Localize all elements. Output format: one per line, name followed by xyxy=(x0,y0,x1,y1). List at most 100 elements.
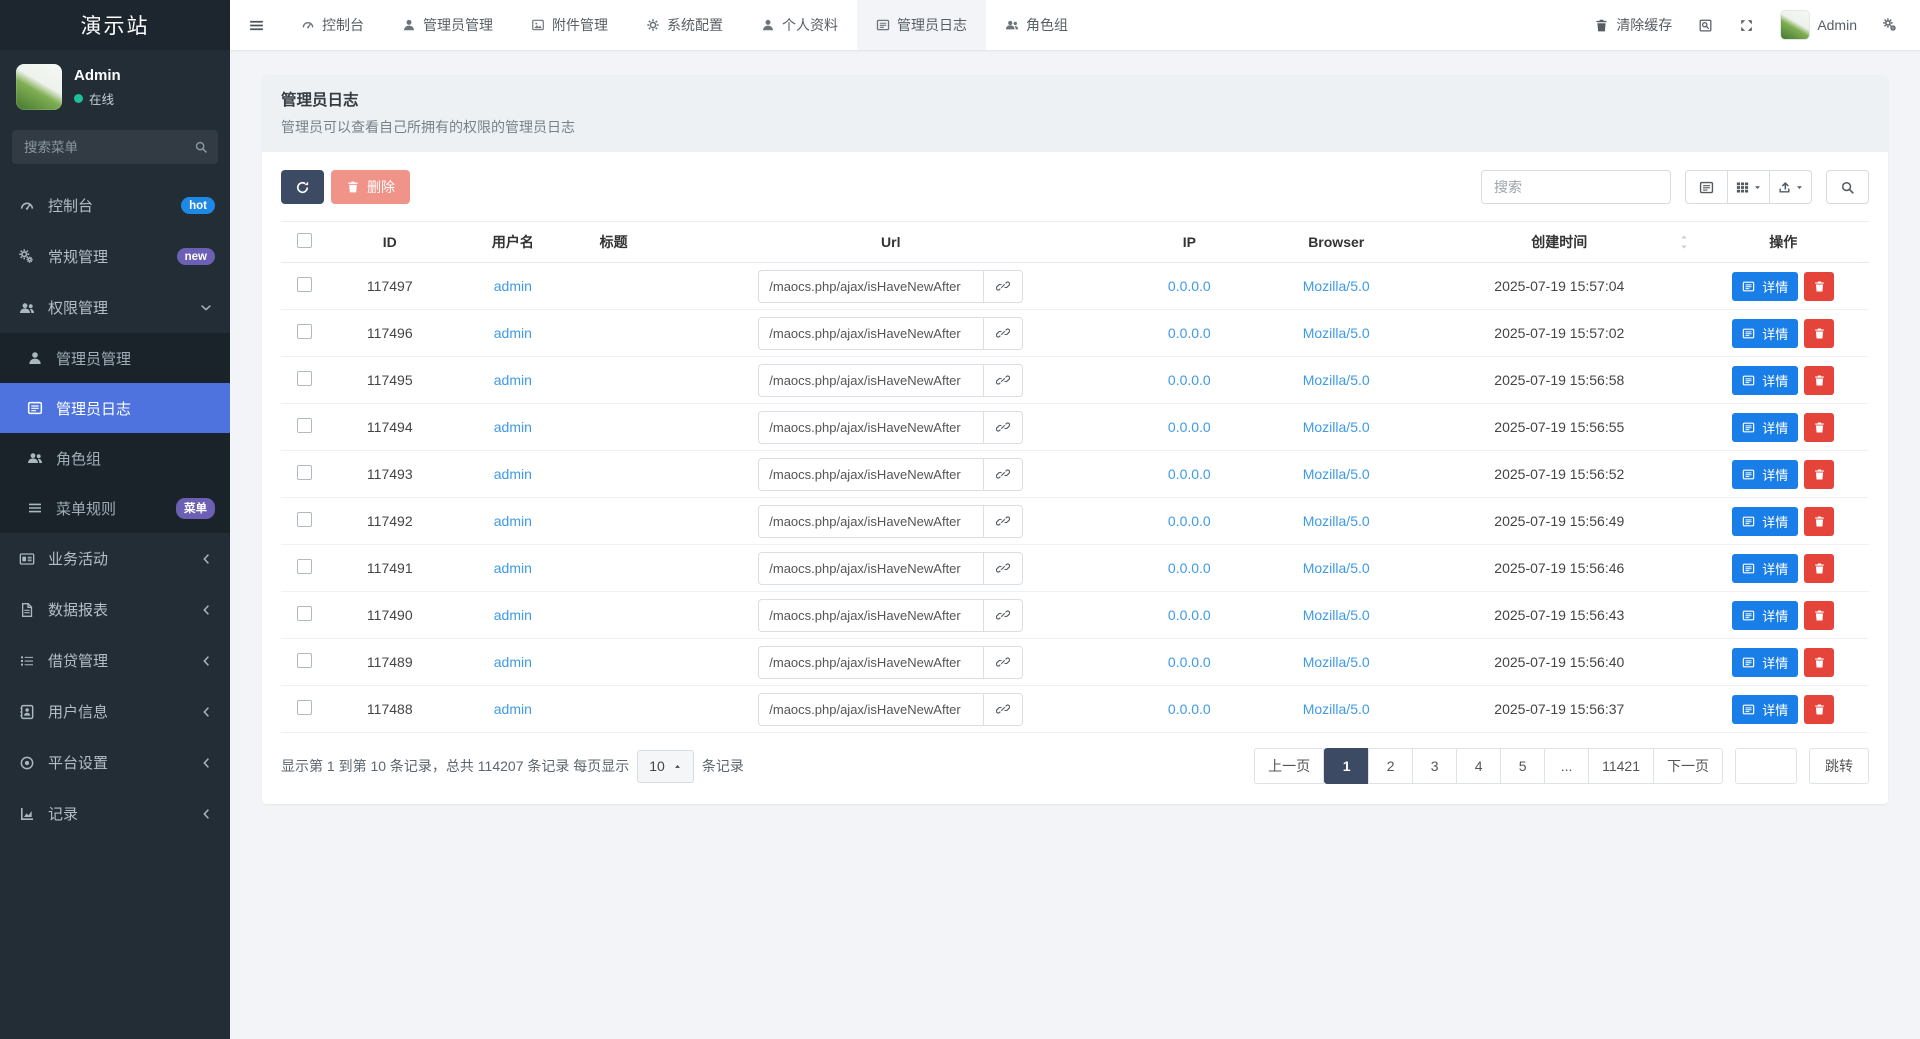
page-button[interactable]: 3 xyxy=(1412,748,1457,784)
detail-button[interactable]: 详情 xyxy=(1732,413,1798,442)
sidebar-item[interactable]: 控制台hot xyxy=(0,180,230,231)
username-link[interactable]: admin xyxy=(494,278,532,294)
column-header[interactable]: ID xyxy=(327,222,452,263)
browser-link[interactable]: Mozilla/5.0 xyxy=(1303,466,1370,482)
prev-page-button[interactable]: 上一页 xyxy=(1254,748,1324,784)
url-open-button[interactable] xyxy=(983,552,1023,585)
browser-link[interactable]: Mozilla/5.0 xyxy=(1303,560,1370,576)
user-menu[interactable]: Admin xyxy=(1780,10,1857,40)
ip-link[interactable]: 0.0.0.0 xyxy=(1168,466,1211,482)
row-delete-button[interactable] xyxy=(1804,601,1834,630)
browser-link[interactable]: Mozilla/5.0 xyxy=(1303,607,1370,623)
sidebar-search-input[interactable] xyxy=(12,130,218,164)
select-all-checkbox-cell[interactable] xyxy=(281,222,327,263)
browser-link[interactable]: Mozilla/5.0 xyxy=(1303,701,1370,717)
nav-tab-个人资料[interactable]: 个人资料 xyxy=(742,0,857,50)
row-checkbox[interactable] xyxy=(297,465,312,480)
search-toggle-button[interactable] xyxy=(1826,170,1869,204)
column-header[interactable]: 操作 xyxy=(1697,222,1869,263)
select-all-checkbox[interactable] xyxy=(297,233,312,248)
url-open-button[interactable] xyxy=(983,458,1023,491)
url-input[interactable] xyxy=(758,317,983,350)
detail-view-button[interactable] xyxy=(1685,170,1728,204)
columns-dropdown-button[interactable] xyxy=(1727,170,1770,204)
ip-link[interactable]: 0.0.0.0 xyxy=(1168,560,1211,576)
username-link[interactable]: admin xyxy=(494,560,532,576)
column-header[interactable]: 用户名 xyxy=(452,222,573,263)
app-logo[interactable]: 演示站 xyxy=(0,0,230,50)
nav-tab-管理员管理[interactable]: 管理员管理 xyxy=(383,0,512,50)
detail-button[interactable]: 详情 xyxy=(1732,695,1798,724)
url-input[interactable] xyxy=(758,599,983,632)
browser-link[interactable]: Mozilla/5.0 xyxy=(1303,419,1370,435)
url-input[interactable] xyxy=(758,458,983,491)
row-delete-button[interactable] xyxy=(1804,272,1834,301)
browser-link[interactable]: Mozilla/5.0 xyxy=(1303,278,1370,294)
detail-button[interactable]: 详情 xyxy=(1732,554,1798,583)
url-open-button[interactable] xyxy=(983,411,1023,444)
url-open-button[interactable] xyxy=(983,505,1023,538)
sidebar-item[interactable]: 菜单规则菜单 xyxy=(0,483,230,533)
ip-link[interactable]: 0.0.0.0 xyxy=(1168,325,1211,341)
jump-button[interactable]: 跳转 xyxy=(1809,748,1869,784)
url-input[interactable] xyxy=(758,693,983,726)
column-header[interactable]: 标题 xyxy=(573,222,654,263)
browser-link[interactable]: Mozilla/5.0 xyxy=(1303,372,1370,388)
detail-button[interactable]: 详情 xyxy=(1732,601,1798,630)
row-checkbox[interactable] xyxy=(297,324,312,339)
ip-link[interactable]: 0.0.0.0 xyxy=(1168,654,1211,670)
sidebar-item[interactable]: 管理员管理 xyxy=(0,333,230,383)
browser-link[interactable]: Mozilla/5.0 xyxy=(1303,654,1370,670)
url-open-button[interactable] xyxy=(983,317,1023,350)
row-delete-button[interactable] xyxy=(1804,366,1834,395)
ip-link[interactable]: 0.0.0.0 xyxy=(1168,607,1211,623)
ip-link[interactable]: 0.0.0.0 xyxy=(1168,419,1211,435)
column-header[interactable]: Browser xyxy=(1251,222,1421,263)
username-link[interactable]: admin xyxy=(494,372,532,388)
sidebar-item[interactable]: 平台设置 xyxy=(0,737,230,788)
row-checkbox[interactable] xyxy=(297,700,312,715)
sidebar-item[interactable]: 业务活动 xyxy=(0,533,230,584)
sidebar-item[interactable]: 用户信息 xyxy=(0,686,230,737)
url-input[interactable] xyxy=(758,411,983,444)
url-open-button[interactable] xyxy=(983,599,1023,632)
avatar[interactable] xyxy=(16,64,62,110)
ip-link[interactable]: 0.0.0.0 xyxy=(1168,372,1211,388)
row-checkbox[interactable] xyxy=(297,371,312,386)
url-open-button[interactable] xyxy=(983,693,1023,726)
page-button[interactable]: 5 xyxy=(1500,748,1545,784)
fullscreen-button[interactable] xyxy=(1739,18,1754,33)
sidebar-item[interactable]: 记录 xyxy=(0,788,230,839)
sidebar-item[interactable]: 借贷管理 xyxy=(0,635,230,686)
sidebar-item[interactable]: 管理员日志 xyxy=(0,383,230,433)
row-delete-button[interactable] xyxy=(1804,460,1834,489)
row-delete-button[interactable] xyxy=(1804,413,1834,442)
nav-tab-系统配置[interactable]: 系统配置 xyxy=(627,0,742,50)
detail-button[interactable]: 详情 xyxy=(1732,507,1798,536)
refresh-button[interactable] xyxy=(281,170,324,204)
username-link[interactable]: admin xyxy=(494,654,532,670)
username-link[interactable]: admin xyxy=(494,607,532,623)
row-checkbox[interactable] xyxy=(297,606,312,621)
export-dropdown-button[interactable] xyxy=(1769,170,1812,204)
row-delete-button[interactable] xyxy=(1804,648,1834,677)
detail-button[interactable]: 详情 xyxy=(1732,366,1798,395)
nav-tab-管理员日志[interactable]: 管理员日志 xyxy=(857,0,986,50)
sidebar-item[interactable]: 常规管理new xyxy=(0,231,230,282)
nav-tab-附件管理[interactable]: 附件管理 xyxy=(512,0,627,50)
detail-button[interactable]: 详情 xyxy=(1732,648,1798,677)
detail-button[interactable]: 详情 xyxy=(1732,272,1798,301)
settings-button[interactable] xyxy=(1883,18,1898,33)
url-input[interactable] xyxy=(758,646,983,679)
row-delete-button[interactable] xyxy=(1804,695,1834,724)
sort-icons[interactable] xyxy=(1679,232,1689,252)
row-checkbox[interactable] xyxy=(297,653,312,668)
url-input[interactable] xyxy=(758,270,983,303)
column-header[interactable]: IP xyxy=(1127,222,1251,263)
sidebar-item[interactable]: 数据报表 xyxy=(0,584,230,635)
sidebar-toggle-button[interactable] xyxy=(230,0,282,50)
row-delete-button[interactable] xyxy=(1804,319,1834,348)
clear-cache-button[interactable]: 清除缓存 xyxy=(1594,15,1672,35)
page-button[interactable]: 1 xyxy=(1324,748,1369,784)
nav-tab-角色组[interactable]: 角色组 xyxy=(986,0,1087,50)
